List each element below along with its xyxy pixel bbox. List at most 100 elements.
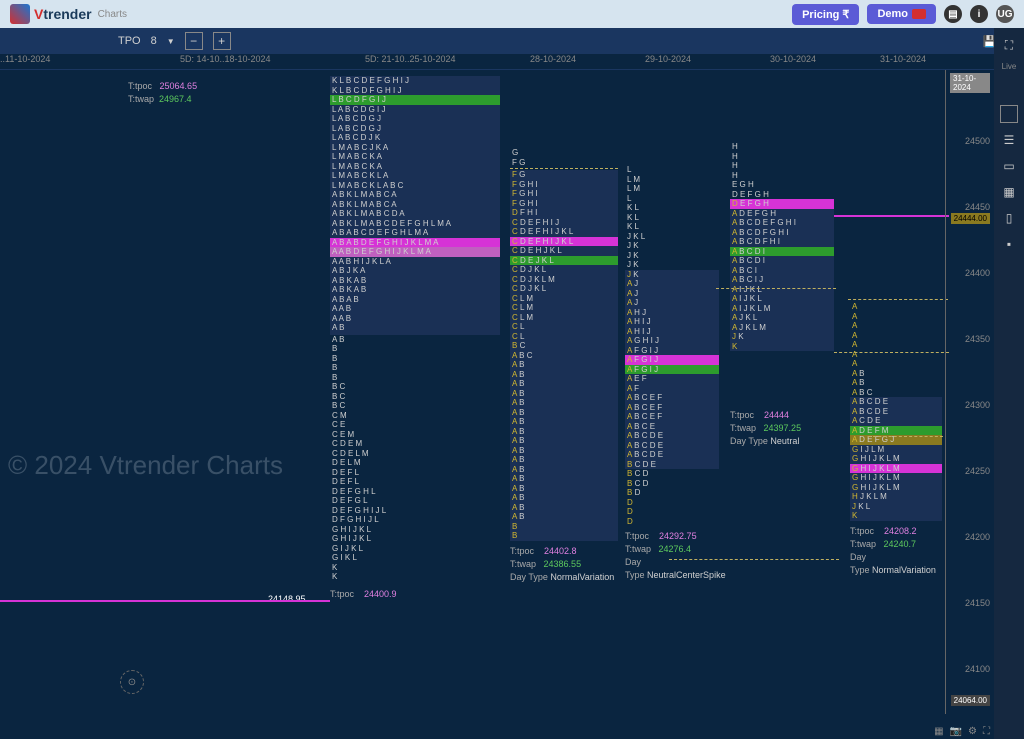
stat-key: T:twap bbox=[625, 544, 651, 554]
demo-button[interactable]: Demo bbox=[867, 4, 936, 24]
waterfall-icon[interactable]: ▭ bbox=[1000, 157, 1018, 175]
tpo-row: F G H I bbox=[510, 199, 618, 209]
logo-rest: trender bbox=[43, 6, 91, 22]
tpo-row: C L bbox=[510, 332, 618, 342]
grid-icon[interactable]: ▦ bbox=[934, 726, 943, 737]
tpo-row: A A B bbox=[330, 304, 500, 314]
user-avatar[interactable]: UG bbox=[996, 5, 1014, 23]
tpo-row: C D J K L bbox=[510, 284, 618, 294]
tpo-row: G I J L M bbox=[850, 445, 942, 455]
col2: K L B C D E F G H I JK L B C D F G H I J… bbox=[330, 76, 500, 601]
watermark: © 2024 Vtrender Charts bbox=[8, 450, 283, 481]
tpo-row: A B bbox=[510, 465, 618, 475]
tpo-row: B bbox=[510, 531, 618, 541]
ytick: 24300 bbox=[965, 400, 990, 410]
tpo-row: A F G I J bbox=[625, 346, 719, 356]
tpo-row: C M bbox=[330, 411, 500, 421]
col5: HHHHE G HD E F G H D E F G HA D E F G HA… bbox=[730, 142, 834, 448]
tpo-row: G bbox=[510, 148, 618, 158]
tpo-row: C D E L M bbox=[330, 449, 500, 459]
tpo-row: A bbox=[850, 359, 942, 369]
tpo-row: A B C E F bbox=[625, 403, 719, 413]
tpo-row: G H I J K L M bbox=[850, 473, 942, 483]
minus-button[interactable]: − bbox=[185, 32, 203, 50]
grid-icon[interactable]: ▦ bbox=[1000, 183, 1018, 201]
tpo-row: H bbox=[730, 152, 834, 162]
tpo-row: C L bbox=[510, 322, 618, 332]
tpo-row: G H I J K L M bbox=[850, 464, 942, 474]
tpo-row: A B bbox=[850, 369, 942, 379]
date-axis: ..11-10-2024 5D: 14-10..18-10-2024 5D: 2… bbox=[0, 54, 1024, 70]
youtube-icon bbox=[912, 9, 926, 19]
bars-icon[interactable]: ▯ bbox=[1000, 209, 1018, 227]
tpo-row: K L bbox=[625, 203, 719, 213]
tpo-row: B bbox=[330, 373, 500, 383]
date-1: 5D: 14-10..18-10-2024 bbox=[180, 54, 271, 64]
tpo-row: C D E H J K L bbox=[510, 246, 618, 256]
info-icon[interactable]: i bbox=[970, 5, 988, 23]
tpo-row: A B bbox=[510, 493, 618, 503]
stat-key: T:tpoc bbox=[510, 546, 534, 556]
tpo-row: A F bbox=[625, 384, 719, 394]
tpo-row: J K L bbox=[625, 232, 719, 242]
settings-icon[interactable]: ⚙ bbox=[968, 726, 977, 737]
stat-val: 24444 bbox=[764, 410, 789, 420]
tpo-row: C D E F H I J bbox=[510, 218, 618, 228]
current-time-line bbox=[945, 70, 946, 714]
plus-button[interactable]: + bbox=[213, 32, 231, 50]
tpo-row: A B C D F H I bbox=[730, 237, 834, 247]
tpo-row: A B C D F G H I bbox=[730, 228, 834, 238]
fullscreen-icon[interactable]: ⛶ bbox=[1000, 36, 1018, 54]
tpo-row: A A B D E F G H I J K L M A bbox=[330, 247, 500, 257]
grid2-icon[interactable]: ▪ bbox=[1000, 235, 1018, 253]
camera-icon[interactable]: 📷 bbox=[950, 726, 962, 737]
square-icon[interactable] bbox=[1000, 105, 1018, 123]
stat-key: T:twap bbox=[128, 94, 154, 104]
tpo-row: A B A B C D E F G H L M A bbox=[330, 228, 500, 238]
chart-area: © 2024 Vtrender Charts 24148.95 31-10-20… bbox=[0, 70, 1024, 714]
tpo-row: A B bbox=[330, 323, 500, 333]
tpo-row: A B K L M A B C A bbox=[330, 190, 500, 200]
tpo-row: A A B bbox=[330, 314, 500, 324]
tpo-row: A B C I J bbox=[730, 275, 834, 285]
tpo-row: B D bbox=[625, 488, 719, 498]
tpo-row: B C D bbox=[625, 479, 719, 489]
tpo-row: J K bbox=[625, 270, 719, 280]
ytick: 24150 bbox=[965, 598, 990, 608]
tpo-row: A B bbox=[510, 474, 618, 484]
tpo-row: A B C I bbox=[730, 266, 834, 276]
tpo-row: B C D bbox=[625, 469, 719, 479]
ytick: 24450 bbox=[965, 202, 990, 212]
screenshot-button[interactable]: ⊙ bbox=[120, 670, 144, 694]
tpo-row: A B bbox=[510, 446, 618, 456]
tpo-row: A B C D I bbox=[730, 256, 834, 266]
dropdown-icon[interactable]: ▼ bbox=[167, 37, 175, 46]
tpo-row: L A B C D G J bbox=[330, 114, 500, 124]
hline-col5p bbox=[834, 215, 949, 217]
tpo-row: L A B C D G J bbox=[330, 124, 500, 134]
stat-val: NeutralCenterSpike bbox=[647, 570, 726, 580]
tpo-row: A J bbox=[625, 279, 719, 289]
menu-icon[interactable]: ▤ bbox=[944, 5, 962, 23]
tpo-value[interactable]: 8 bbox=[151, 35, 157, 47]
tpo-row: L A B C D G I J bbox=[330, 105, 500, 115]
list-icon[interactable]: ☰ bbox=[1000, 131, 1018, 149]
tpo-row: K bbox=[330, 572, 500, 582]
tpo-row: A B C bbox=[510, 351, 618, 361]
expand-icon[interactable]: ⛶ bbox=[983, 726, 990, 737]
tpo-row: G H I J K L M bbox=[850, 483, 942, 493]
pricing-button[interactable]: Pricing ₹ bbox=[792, 4, 859, 25]
tpo-row: J K bbox=[625, 260, 719, 270]
tpo-row: F G H I bbox=[510, 180, 618, 190]
ytick: 24350 bbox=[965, 334, 990, 344]
tpo-row: D bbox=[625, 498, 719, 508]
bottom-toolbar: ▦ 📷 ⚙ ⛶ bbox=[934, 726, 990, 737]
stat-key: T:tpoc bbox=[330, 589, 354, 599]
tpo-row: F G bbox=[510, 158, 618, 168]
stat-val: 24967.4 bbox=[159, 94, 192, 104]
tpo-row: A B bbox=[510, 436, 618, 446]
tpo-row: G I K L bbox=[330, 553, 500, 563]
tpo-row: J K L bbox=[850, 502, 942, 512]
ylabel-date: 31-10-2024 bbox=[950, 73, 990, 93]
tpo-row: B C bbox=[330, 392, 500, 402]
